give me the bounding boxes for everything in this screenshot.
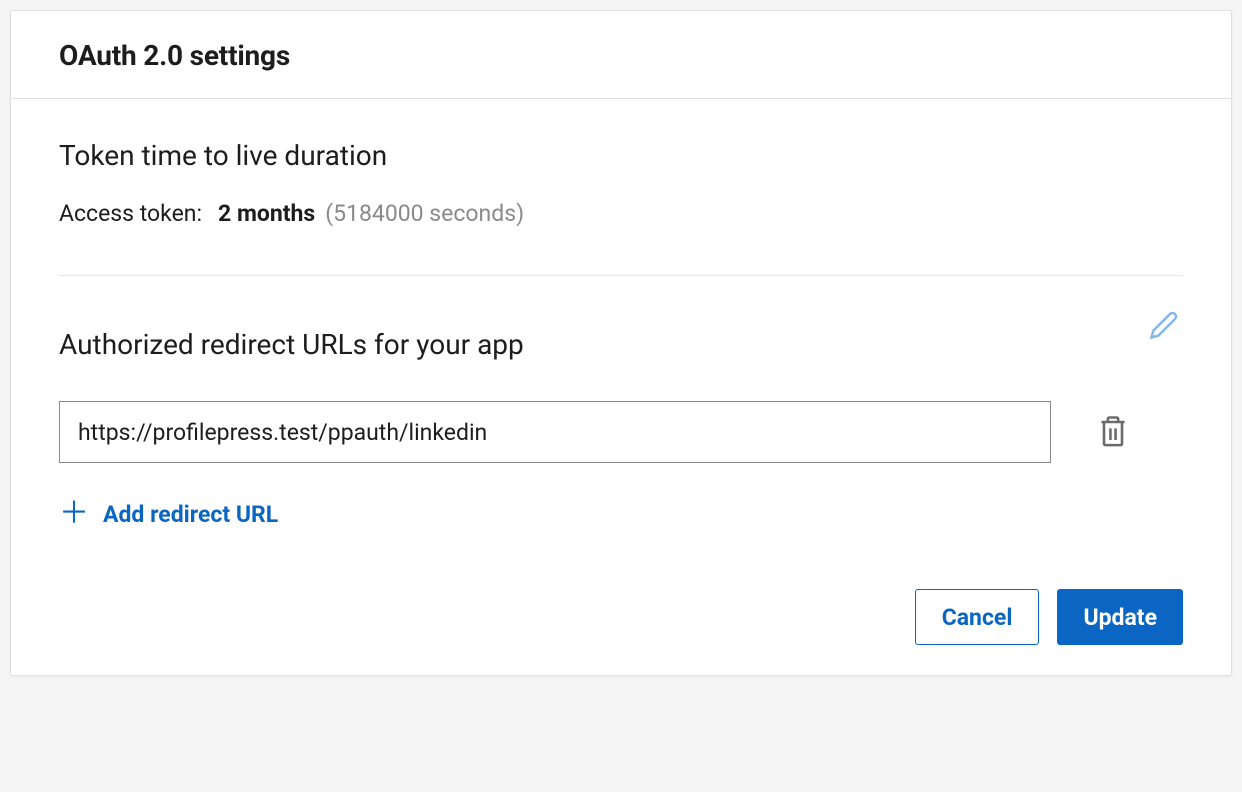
edit-redirect-button[interactable] (1145, 306, 1183, 347)
plus-icon: ＋ (59, 499, 89, 529)
cancel-button[interactable]: Cancel (915, 589, 1040, 645)
card-title: OAuth 2.0 settings (59, 39, 1183, 72)
redirect-url-input[interactable] (59, 401, 1051, 463)
card-header: OAuth 2.0 settings (11, 11, 1231, 99)
redirect-heading-row: Authorized redirect URLs for your app (59, 324, 1183, 365)
oauth-settings-card: OAuth 2.0 settings Token time to live du… (10, 10, 1232, 676)
access-token-seconds: (5184000 seconds) (325, 200, 524, 227)
trash-icon (1097, 413, 1129, 449)
ttl-heading: Token time to live duration (59, 139, 1183, 172)
redirect-url-row (59, 401, 1183, 463)
delete-redirect-button[interactable] (1093, 409, 1133, 456)
card-body: Token time to live duration Access token… (11, 99, 1231, 675)
add-redirect-url-button[interactable]: ＋ Add redirect URL (59, 499, 1183, 529)
ttl-line: Access token: 2 months (5184000 seconds) (59, 200, 1183, 227)
add-redirect-label: Add redirect URL (103, 501, 278, 528)
access-token-value: 2 months (218, 200, 315, 227)
update-button[interactable]: Update (1057, 589, 1183, 645)
actions-row: Cancel Update (59, 589, 1183, 645)
section-divider (59, 275, 1183, 276)
access-token-label: Access token: (59, 200, 202, 227)
pencil-icon (1149, 310, 1179, 340)
redirect-heading: Authorized redirect URLs for your app (59, 328, 524, 361)
